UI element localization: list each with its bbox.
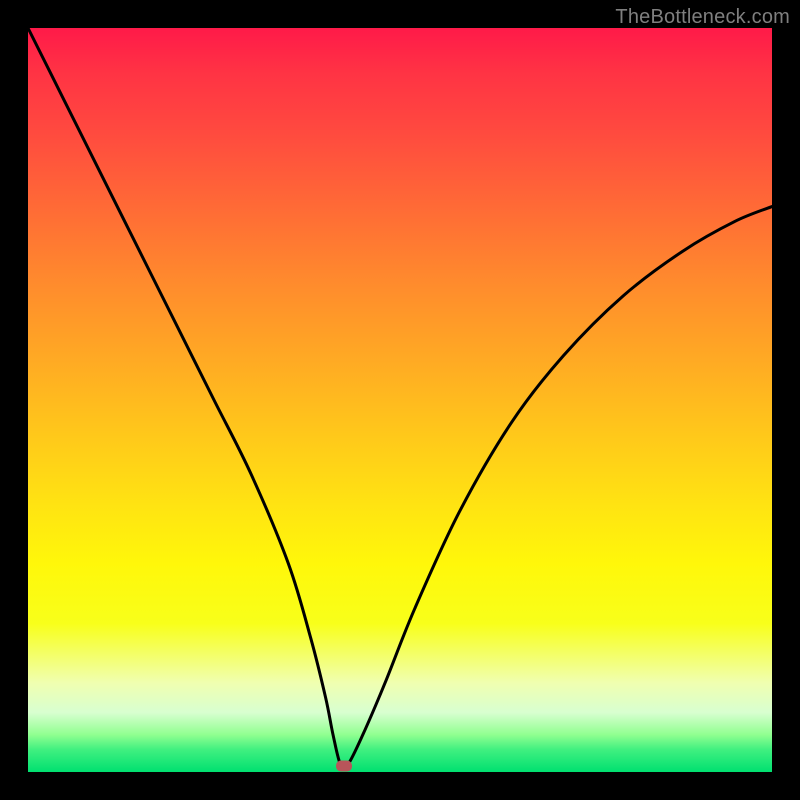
optimal-point-marker	[336, 761, 352, 772]
watermark-text: TheBottleneck.com	[615, 6, 790, 29]
plot-area	[28, 28, 772, 772]
bottleneck-curve	[28, 28, 772, 772]
chart-frame: TheBottleneck.com	[0, 0, 800, 800]
